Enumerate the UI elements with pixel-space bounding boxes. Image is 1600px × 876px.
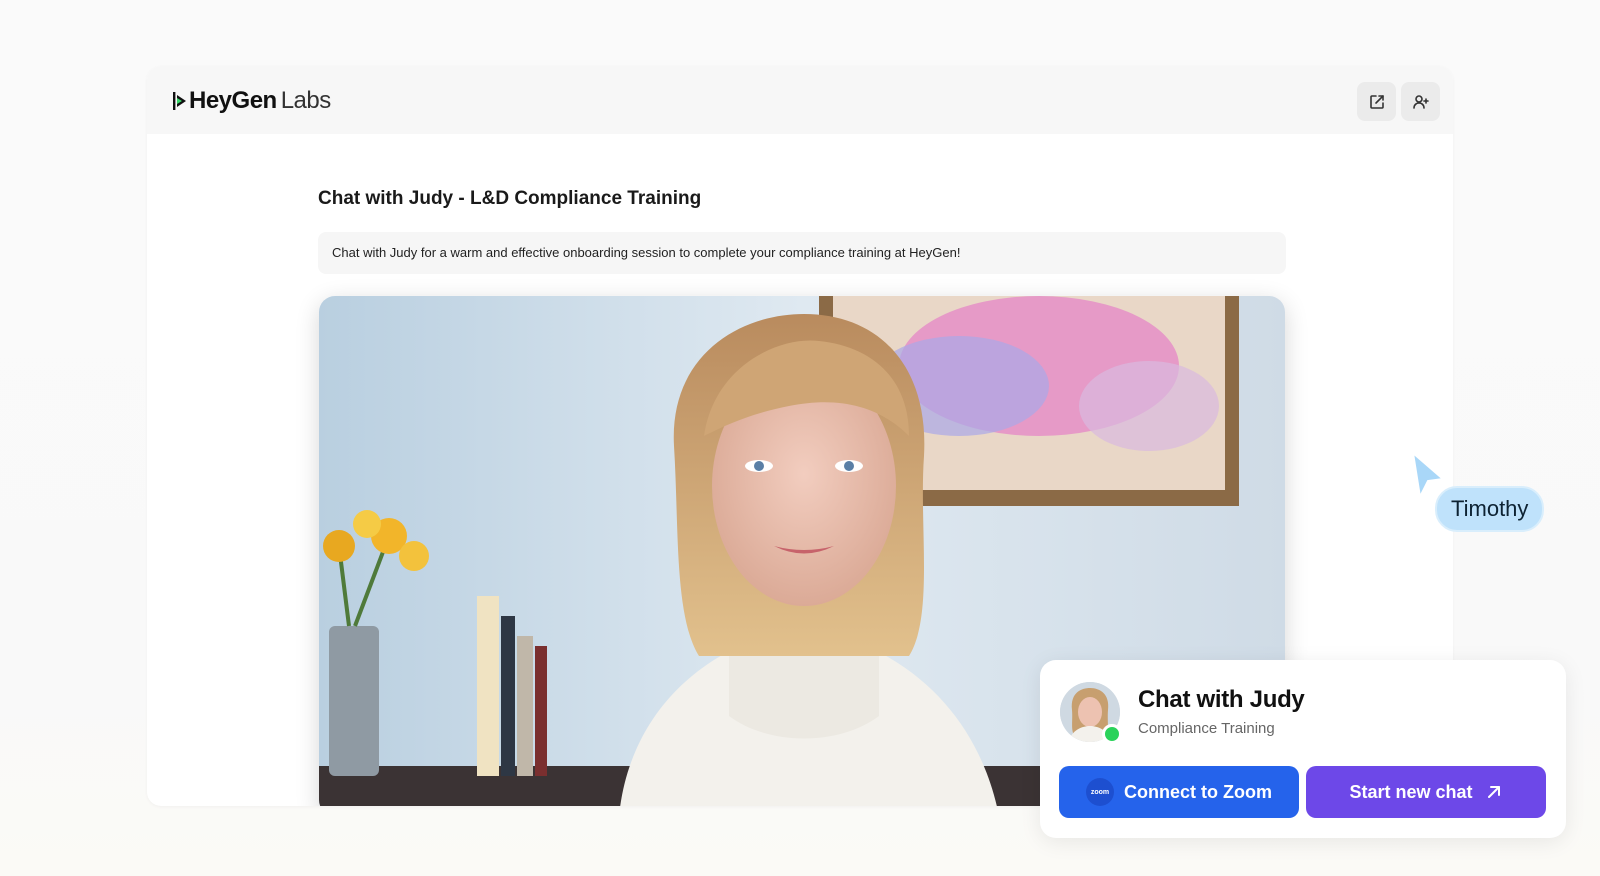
start-new-chat-label: Start new chat bbox=[1349, 781, 1473, 802]
start-new-chat-button[interactable]: Start new chat bbox=[1306, 766, 1546, 818]
user-plus-icon bbox=[1412, 94, 1429, 109]
brand-suffix: Labs bbox=[280, 87, 332, 114]
card-subtitle: Compliance Training bbox=[1138, 720, 1275, 737]
chat-card: Chat with Judy Compliance Training zoom … bbox=[1040, 660, 1566, 838]
connect-to-zoom-button[interactable]: zoom Connect to Zoom bbox=[1059, 766, 1299, 818]
zoom-icon: zoom bbox=[1086, 778, 1114, 806]
page-description: Chat with Judy for a warm and effective … bbox=[318, 232, 1286, 274]
play-logo-icon bbox=[173, 92, 186, 110]
open-external-button[interactable] bbox=[1357, 82, 1396, 121]
heygen-logo[interactable]: HeyGen Labs bbox=[173, 87, 331, 115]
cursor-user-tag: Timothy bbox=[1435, 486, 1545, 532]
card-title: Chat with Judy bbox=[1138, 686, 1305, 713]
connect-to-zoom-label: Connect to Zoom bbox=[1124, 781, 1272, 802]
page-title: Chat with Judy - L&D Compliance Training bbox=[318, 188, 702, 209]
external-link-icon bbox=[1369, 94, 1384, 109]
add-user-button[interactable] bbox=[1401, 82, 1440, 121]
top-bar: HeyGen Labs bbox=[147, 66, 1453, 134]
online-status-dot bbox=[1102, 724, 1122, 744]
brand-name: HeyGen bbox=[189, 87, 277, 114]
arrow-up-right-icon bbox=[1487, 786, 1500, 798]
